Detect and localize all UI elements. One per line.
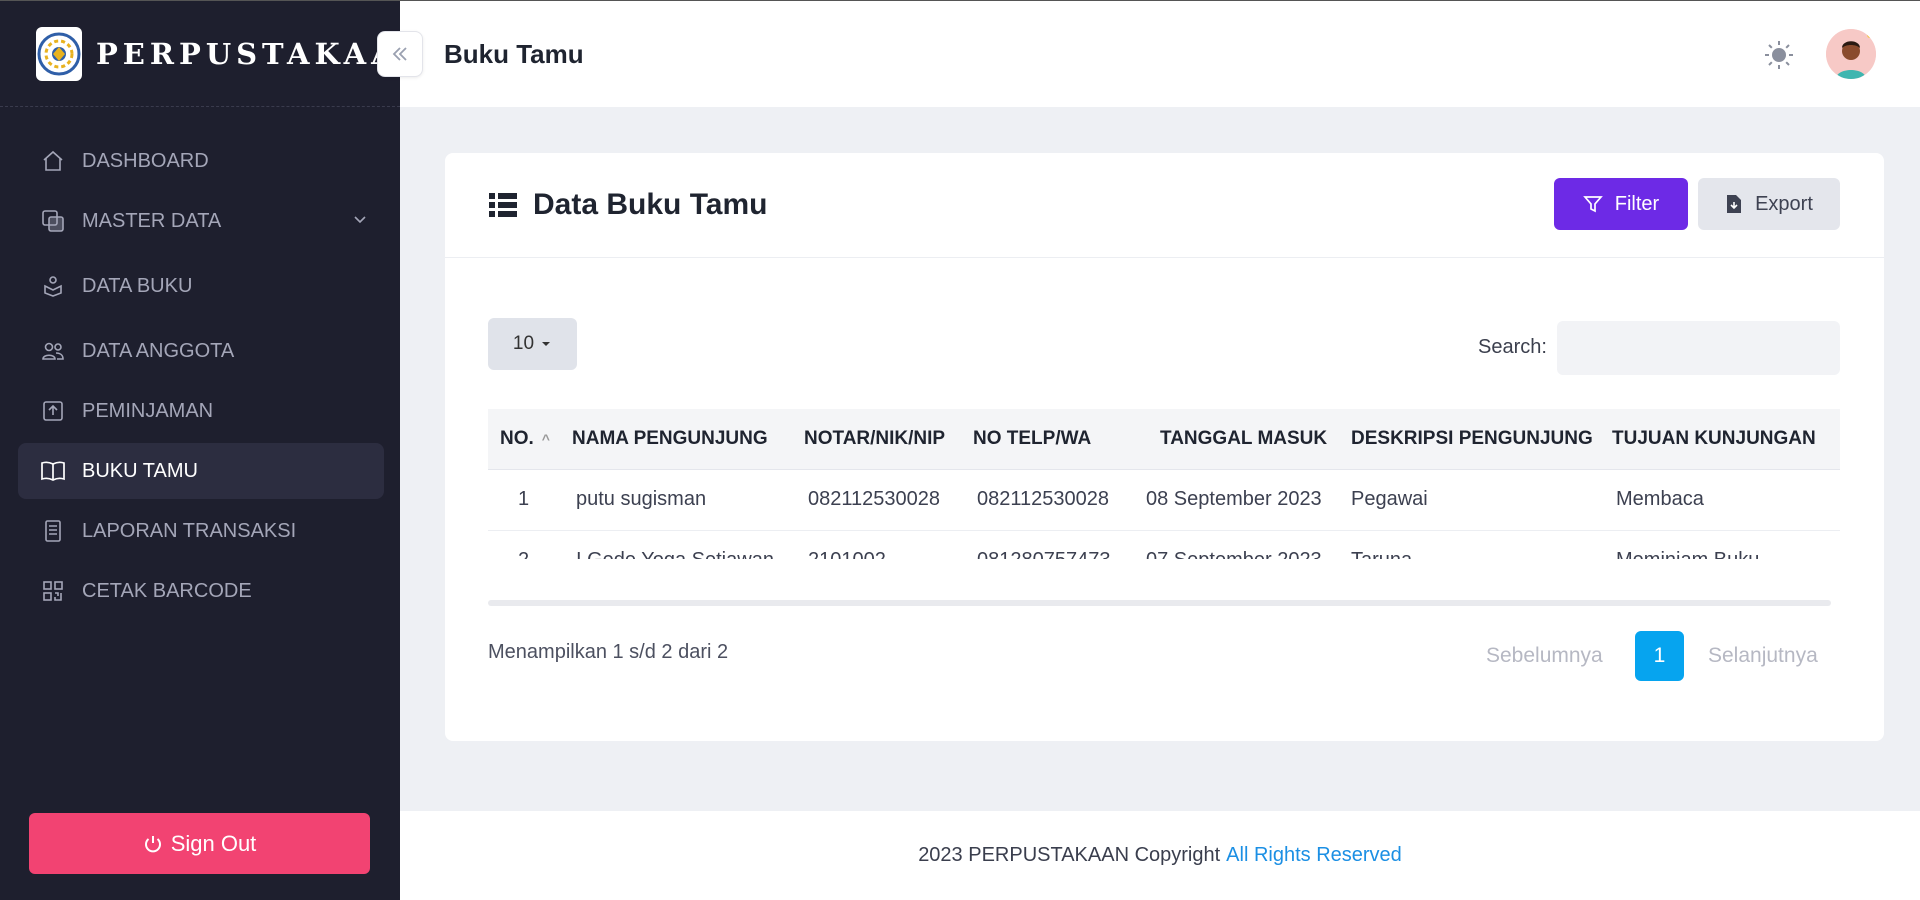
table-cell: 08 September 2023 [1136,469,1341,531]
pagination-next[interactable]: Selanjutnya [1708,631,1818,681]
table-cell: Membaca [1606,469,1840,531]
brand[interactable]: PERPUSTAKAAN [0,1,425,107]
sidebar-item-dashboard[interactable]: DASHBOARD [18,133,384,189]
table-cell: I Gede Yoga Setiawan [566,530,798,559]
sidebar-item-label: DASHBOARD [82,149,209,172]
double-chevron-left-icon [392,47,407,61]
table-cell: Meminjam Buku [1606,530,1840,559]
sidebar-item-cetak-barcode[interactable]: CETAK BARCODE [18,563,384,619]
home-icon [40,148,66,174]
table-scroll[interactable]: NO. ^ NAMA PENGUNJUNG NOTAR/NIK/NIP NO TE… [488,409,1840,559]
column-header[interactable]: DESKRIPSI PENGUNJUNG [1341,409,1606,470]
column-header[interactable]: NO. ^ [488,409,566,470]
column-header[interactable]: TANGGAL MASUK [1136,409,1341,470]
sidebar-item-label: PEMINJAMAN [82,399,214,422]
topbar: Buku Tamu [377,0,1920,107]
table-cell: 082112530028 [798,469,967,531]
users-icon [40,338,66,364]
search-label: Search: [1478,336,1547,358]
table-row[interactable]: 1 putu sugisman 082112530028 08211253002… [488,469,1840,531]
card-title: Data Buku Tamu [533,188,768,221]
table-cell: 1 [488,469,566,531]
page-length-value: 10 [512,333,535,354]
sign-out-label: Sign Out [170,830,257,856]
table-info: Menampilkan 1 s/d 2 dari 2 [488,641,729,663]
theme-toggle-sun-icon[interactable] [1763,39,1795,76]
user-avatar[interactable] [1826,29,1876,79]
table-cell: Taruna [1341,530,1606,559]
search-input[interactable] [1557,321,1840,375]
sidebar-item-label: DATA BUKU [82,274,193,297]
sidebar: PERPUSTAKAAN DASHBOARD MASTER DATA DATA … [0,0,425,900]
upload-box-icon [40,398,66,424]
caret-down-icon [542,342,551,346]
book-reader-icon [40,273,66,299]
table-cell: 081280757473 [967,530,1136,559]
table-row[interactable]: 2 I Gede Yoga Setiawan 2101002 081280757… [488,530,1840,559]
data-card: Data Buku Tamu Filter Export 10 Search: … [445,153,1884,741]
table-cell: 082112530028 [967,469,1136,531]
document-icon [40,518,66,544]
table-header-row: NO. ^ NAMA PENGUNJUNG NOTAR/NIK/NIP NO TE… [488,409,1840,470]
power-icon [144,835,161,852]
sidebar-item-peminjaman[interactable]: PEMINJAMAN [18,383,384,439]
table-cell: 07 September 2023 [1136,530,1341,559]
sidebar-item-label: DATA ANGGOTA [82,339,235,362]
column-header[interactable]: NAMA PENGUNJUNG [566,409,798,470]
institution-logo [36,26,82,81]
footer: 2023 PERPUSTAKAAN Copyright All Rights R… [400,811,1920,900]
table-cell: putu sugisman [566,469,798,531]
pagination-previous[interactable]: Sebelumnya [1486,631,1603,681]
sidebar-item-label: LAPORAN TRANSAKSI [82,519,297,542]
qr-code-icon [40,578,66,604]
export-label: Export [1755,192,1813,215]
table-cell: 2101002 [798,530,967,559]
file-download-icon [1727,195,1742,213]
filter-label: Filter [1614,192,1660,215]
sidebar-nav: DASHBOARD MASTER DATA DATA BUKU DATA ANG… [0,107,400,619]
table-cell: 2 [488,530,566,559]
funnel-icon [1582,196,1603,213]
sidebar-item-label: MASTER DATA [82,209,222,232]
horizontal-scrollbar[interactable] [488,600,1831,606]
chevron-down-icon [352,210,368,233]
column-header[interactable]: NO TELP/WA [967,409,1136,470]
sidebar-item-buku-tamu[interactable]: BUKU TAMU [18,443,384,499]
sort-ascending-icon: ^ [541,430,550,447]
sidebar-item-data-anggota[interactable]: DATA ANGGOTA [18,323,384,379]
sidebar-item-data-buku[interactable]: DATA BUKU [18,253,384,319]
layers-icon [40,208,66,234]
export-button[interactable]: Export [1698,178,1840,230]
footer-copyright: 2023 PERPUSTAKAAN Copyright [918,844,1221,866]
page-title: Buku Tamu [444,39,584,69]
column-header[interactable]: NOTAR/NIK/NIP [798,409,967,470]
page-length-select[interactable]: 10 [488,318,577,370]
sidebar-item-label: CETAK BARCODE [82,579,252,602]
sidebar-item-master-data[interactable]: MASTER DATA [18,193,384,249]
table-cell: Pegawai [1341,469,1606,531]
sign-out-button[interactable]: Sign Out [29,813,370,874]
collapse-sidebar-button[interactable] [377,31,423,77]
sidebar-item-laporan-transaksi[interactable]: LAPORAN TRANSAKSI [18,503,384,559]
guestbook-table: NO. ^ NAMA PENGUNJUNG NOTAR/NIK/NIP NO TE… [488,409,1840,559]
sidebar-item-label: BUKU TAMU [82,459,198,482]
open-book-icon [40,458,66,484]
column-header[interactable]: TUJUAN KUNJUNGAN [1606,409,1840,470]
filter-button[interactable]: Filter [1554,178,1688,230]
pagination-page-1[interactable]: 1 [1635,631,1684,681]
list-icon [489,193,517,217]
footer-rights-link[interactable]: All Rights Reserved [1226,844,1402,867]
